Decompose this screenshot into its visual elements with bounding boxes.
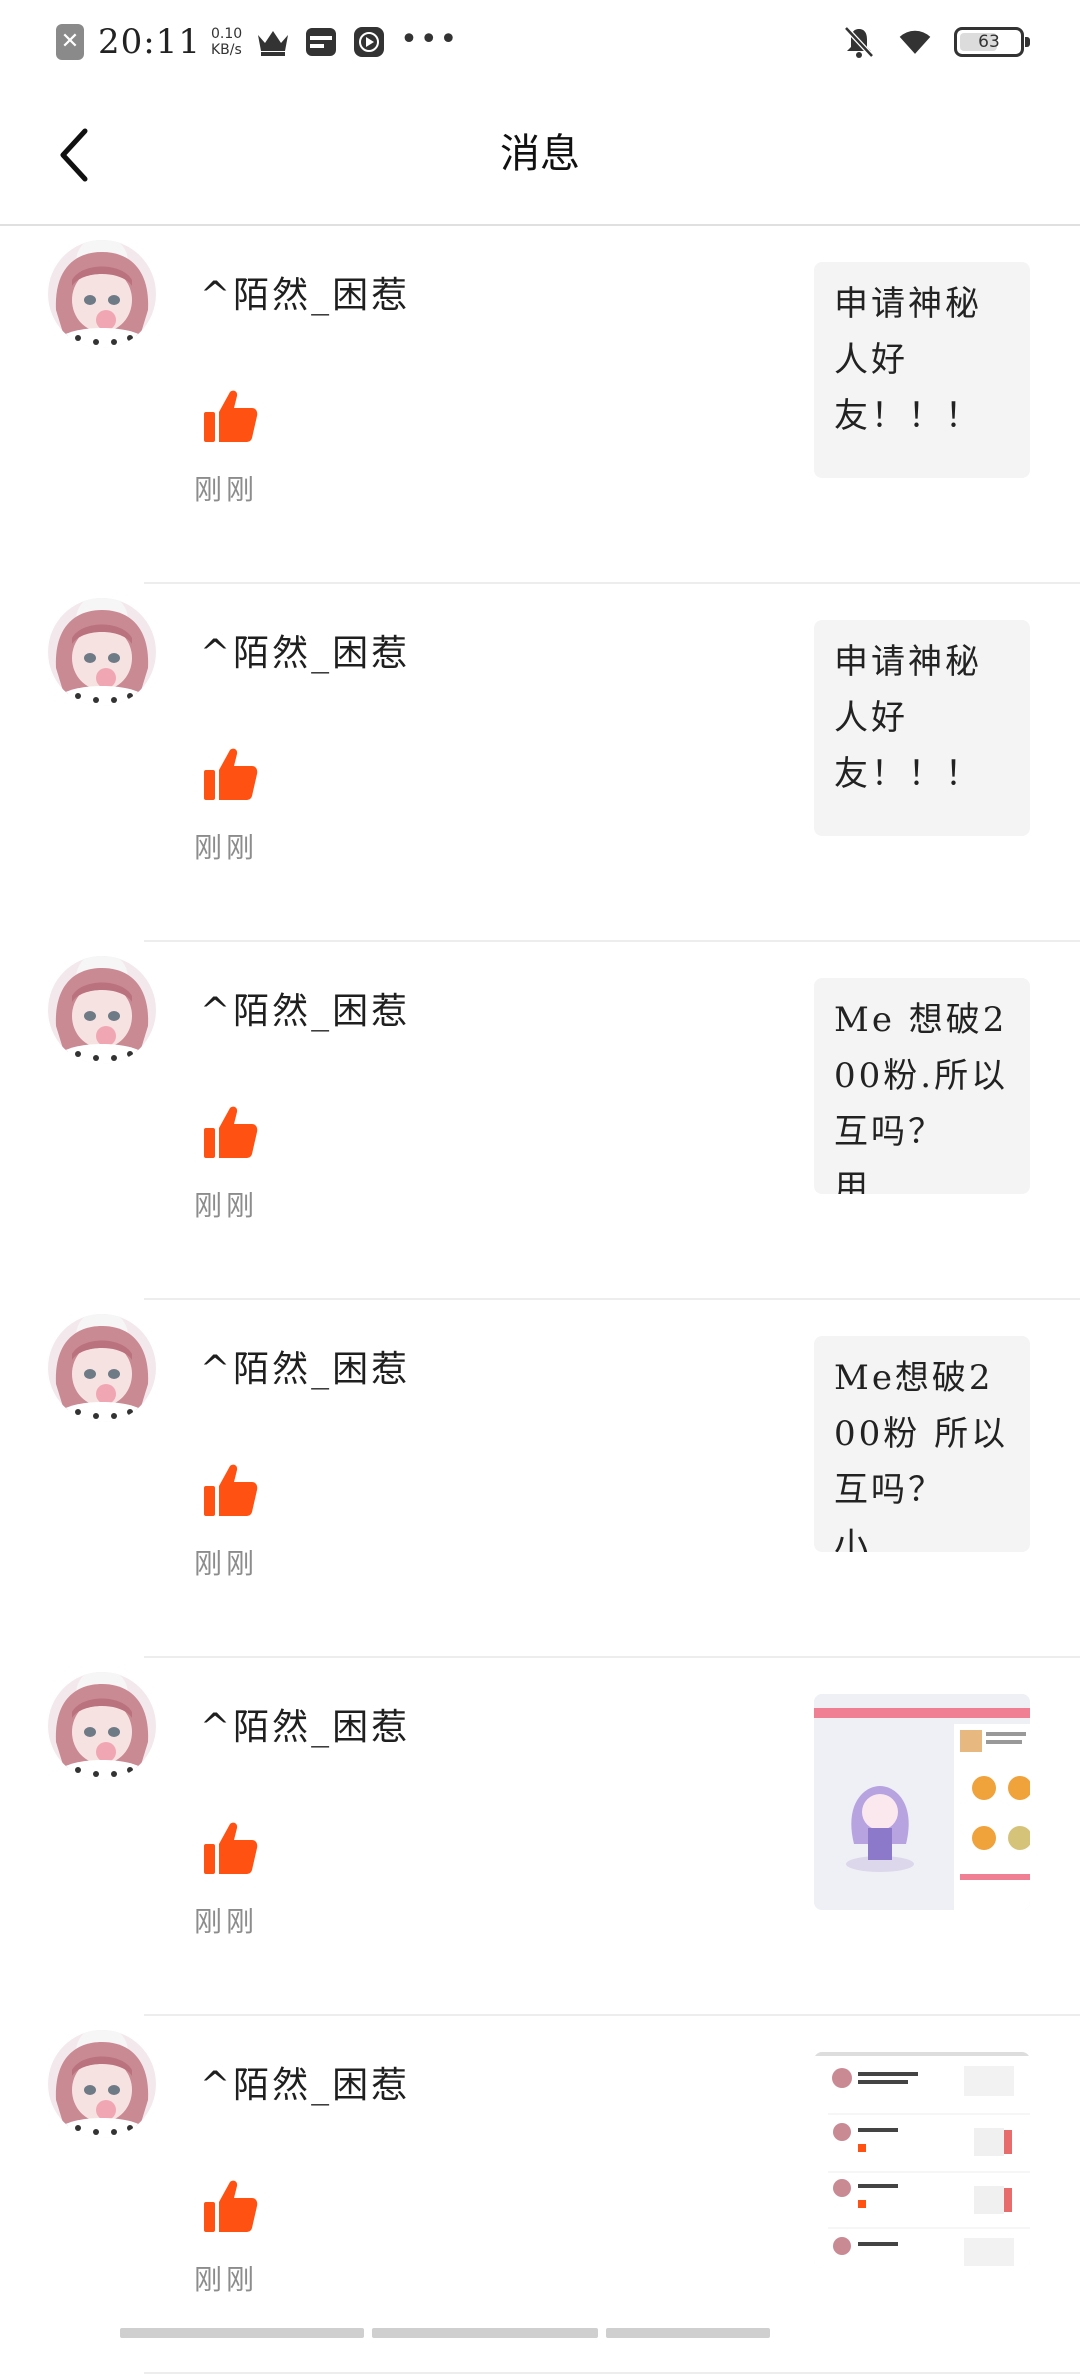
thumbs-up-icon [204,1106,258,1158]
scroll-indicator-segment [606,2328,770,2338]
notification-list[interactable]: ^陌然_困惹 刚刚 申请神秘人好友！！！ ^陌然_困惹 刚刚 申请神秘人好友！！… [0,226,1080,2374]
notification-item[interactable]: ^陌然_困惹 刚刚 Me想破200粉 所以互吗？小… [0,1300,1080,1658]
thumbs-up-icon [204,390,258,442]
like-indicator [200,386,260,446]
battery-level: 63 [978,32,1000,52]
avatar[interactable] [48,1672,156,1780]
avatar-image [48,956,156,1064]
avatar[interactable] [48,1314,156,1422]
avatar[interactable] [48,598,156,706]
card-icon [304,25,338,59]
avatar[interactable] [48,2030,156,2138]
timestamp: 刚刚 [194,1905,259,1938]
avatar-image [48,240,156,348]
network-speed: 0.10 KB/s [211,26,242,58]
more-dots-icon: ••• [400,21,460,57]
wifi-icon [898,25,932,59]
battery-icon: 63 [954,27,1030,57]
status-bar-right: 63 [842,20,1030,64]
notification-item[interactable]: ^陌然_困惹 刚刚 [0,2016,1080,2374]
preview-text: 申请神秘人好友！！！ [834,642,982,794]
network-speed-unit: KB/s [210,42,242,58]
timestamp: 刚刚 [194,1547,259,1580]
status-bar-left: ✕ 20:11 0.10 KB/s ••• [56,18,459,66]
avatar-image [48,2030,156,2138]
scroll-indicator [120,2328,770,2340]
post-preview[interactable]: Me 想破200粉.所以互吗？用… [814,978,1030,1194]
thumbs-up-icon [204,748,258,800]
notification-item[interactable]: ^陌然_困惹 刚刚 Me 想破200粉.所以互吗？用… [0,942,1080,1300]
avatar-image [48,1314,156,1422]
thumbs-up-icon [204,1464,258,1516]
network-speed-value: 0.10 [210,26,243,42]
preview-text: Me 想破200粉.所以互吗？用… [834,1000,1009,1194]
play-icon [352,25,386,59]
like-indicator [200,744,260,804]
notification-item[interactable]: ^陌然_困惹 刚刚 申请神秘人好友！！！ [0,226,1080,584]
username[interactable]: ^陌然_困惹 [200,982,410,1034]
username[interactable]: ^陌然_困惹 [200,624,410,676]
post-preview[interactable] [814,2052,1030,2268]
status-bar: ✕ 20:11 0.10 KB/s ••• 63 [0,0,1080,84]
scroll-indicator-segment [120,2328,364,2338]
thumbs-up-icon [204,2180,258,2232]
username[interactable]: ^陌然_困惹 [200,2056,410,2108]
notification-item[interactable]: ^陌然_困惹 刚刚 申请神秘人好友！！！ [0,584,1080,942]
preview-text: Me想破200粉 所以互吗？小… [834,1358,1009,1552]
post-preview[interactable]: 申请神秘人好友！！！ [814,262,1030,478]
notification-item[interactable]: ^陌然_困惹 刚刚 [0,1658,1080,2016]
crown-icon [256,25,290,59]
close-notification-icon: ✕ [56,24,84,60]
like-indicator [200,2176,260,2236]
image-thumbnail [814,2052,1030,2268]
header-bar: 消息 [0,84,1080,226]
timestamp: 刚刚 [194,1189,259,1222]
timestamp: 刚刚 [194,831,259,864]
thumbs-up-icon [204,1822,258,1874]
post-preview[interactable] [814,1694,1030,1910]
mute-bell-icon [842,25,876,59]
like-indicator [200,1460,260,1520]
username[interactable]: ^陌然_困惹 [200,1340,410,1392]
image-thumbnail [814,1694,1030,1910]
post-preview[interactable]: Me想破200粉 所以互吗？小… [814,1336,1030,1552]
avatar[interactable] [48,956,156,1064]
preview-text: 申请神秘人好友！！！ [834,284,982,436]
status-time: 20:11 [98,22,201,62]
avatar[interactable] [48,240,156,348]
scroll-indicator-segment [372,2328,598,2338]
username[interactable]: ^陌然_困惹 [200,266,410,318]
username[interactable]: ^陌然_困惹 [200,1698,410,1750]
like-indicator [200,1818,260,1878]
timestamp: 刚刚 [194,2263,259,2296]
like-indicator [200,1102,260,1162]
avatar-image [48,1672,156,1780]
post-preview[interactable]: 申请神秘人好友！！！ [814,620,1030,836]
avatar-image [48,598,156,706]
timestamp: 刚刚 [194,473,259,506]
page-title: 消息 [500,131,580,177]
